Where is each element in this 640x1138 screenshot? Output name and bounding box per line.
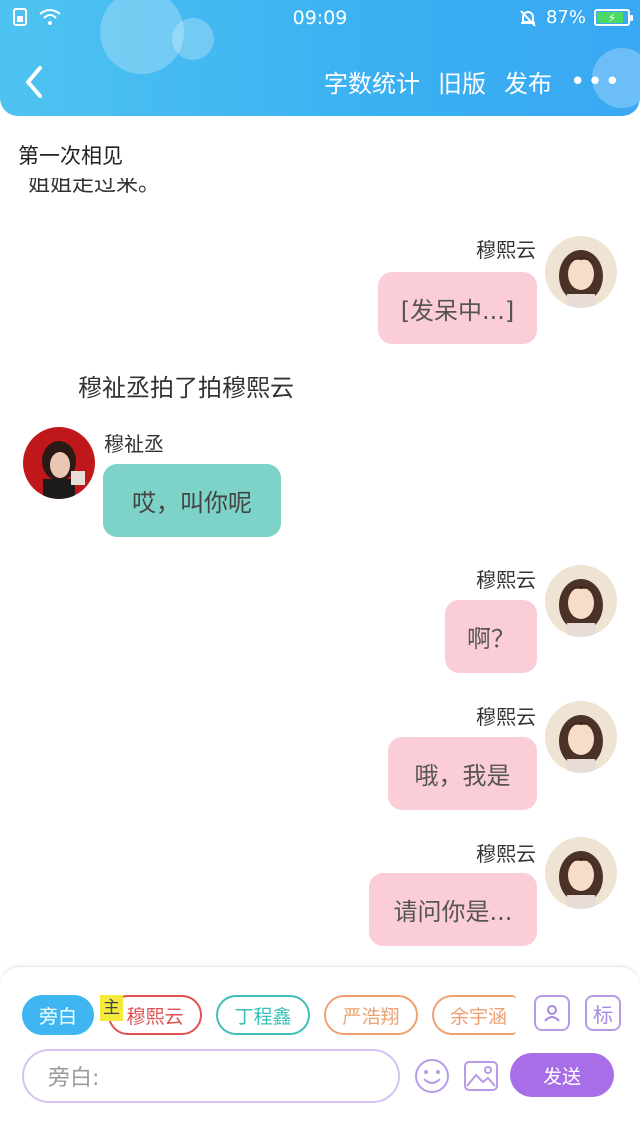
sender-name: 穆熙云 xyxy=(476,842,536,866)
sender-name: 穆熙云 xyxy=(476,705,536,729)
clipped-text-line: 姐姐走过来。 xyxy=(28,178,161,197)
avatar[interactable] xyxy=(545,565,617,637)
mute-bell-icon xyxy=(520,9,536,27)
role-chip-narration[interactable]: 旁白 xyxy=(22,995,94,1035)
message-input[interactable]: 旁白: xyxy=(22,1049,400,1103)
message-bubble: 哦，我是 xyxy=(388,737,537,810)
sender-name: 穆熙云 xyxy=(476,238,536,262)
message-bubble: 哎，叫你呢 xyxy=(103,464,281,537)
host-badge: 主 xyxy=(100,995,123,1021)
role-chip[interactable]: 余宇涵 xyxy=(432,995,516,1035)
more-icon[interactable]: ••• xyxy=(570,67,622,97)
status-bar: 09:09 87% ⚡ xyxy=(0,0,640,36)
battery-icon: ⚡ xyxy=(594,9,633,26)
role-chip[interactable]: 丁程鑫 xyxy=(216,995,310,1035)
word-count-button[interactable]: 字数统计 xyxy=(324,64,420,99)
chapter-title[interactable]: 第一次相见 xyxy=(18,140,123,170)
system-message: 穆祉丞拍了拍穆熙云 xyxy=(78,374,294,402)
sender-name: 穆熙云 xyxy=(476,568,536,592)
message-bubble: 啊？ xyxy=(445,600,537,673)
tag-button[interactable]: 标 xyxy=(585,995,621,1031)
chevron-left-icon[interactable] xyxy=(18,62,52,102)
avatar[interactable] xyxy=(23,427,95,499)
battery-percent: 87% xyxy=(545,7,586,28)
person-card-icon[interactable] xyxy=(534,995,570,1031)
app-header: 09:09 87% ⚡ 字数统计 旧版 发布 ••• xyxy=(0,0,640,116)
composer-panel: 旁白 穆熙云 主 丁程鑫 严浩翔 余宇涵 标 旁白: 发送 xyxy=(0,966,640,1138)
send-button[interactable]: 发送 xyxy=(510,1053,614,1097)
message-bubble: [发呆中...] xyxy=(378,272,537,344)
message-bubble: 请问你是... xyxy=(369,873,537,946)
image-icon[interactable] xyxy=(462,1057,500,1095)
avatar[interactable] xyxy=(545,701,617,773)
old-version-button[interactable]: 旧版 xyxy=(438,64,486,99)
avatar[interactable] xyxy=(545,837,617,909)
smiley-icon[interactable] xyxy=(413,1057,451,1095)
role-chip[interactable]: 严浩翔 xyxy=(324,995,418,1035)
publish-button[interactable]: 发布 xyxy=(504,64,552,99)
sender-name: 穆祉丞 xyxy=(104,432,164,456)
avatar[interactable] xyxy=(545,236,617,308)
